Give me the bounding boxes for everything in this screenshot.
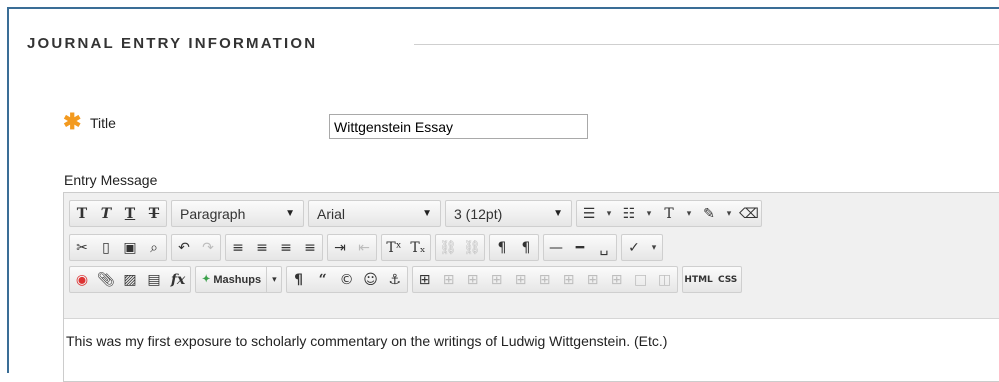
chevron-down-icon[interactable]: ▾ — [641, 201, 657, 226]
bold-button[interactable]: T — [70, 201, 94, 226]
toolbar-row-1: T T T T Paragraph ▼ Arial ▼ 3 (12pt) ▼ ☰… — [69, 200, 766, 227]
section-title: JOURNAL ENTRY INFORMATION — [27, 35, 318, 52]
strikethrough-button[interactable]: T — [142, 201, 166, 226]
section-divider — [414, 44, 999, 45]
paragraph-mark-icon[interactable]: ¶ — [287, 267, 311, 292]
table-row-props-icon[interactable]: ⊞ — [437, 267, 461, 292]
align-group: ≡ ≡ ≡ ≡ — [225, 234, 323, 261]
table-group: ⊞ ⊞ ⊞ ⊞ ⊞ ⊞ ⊞ ⊞ ⊞ □ ◫ — [411, 266, 678, 293]
unlink-icon[interactable]: ⛓ — [460, 235, 484, 260]
text-style-group: T T T T — [69, 200, 167, 227]
caret-down-icon: ▼ — [285, 208, 295, 219]
editor-content[interactable]: This was my first exposure to scholarly … — [64, 319, 999, 349]
font-size-select[interactable]: 3 (12pt) ▼ — [445, 200, 572, 227]
title-input[interactable] — [329, 114, 588, 139]
underline-button[interactable]: T — [118, 201, 142, 226]
delete-col-icon[interactable]: ⊞ — [605, 267, 629, 292]
italic-button[interactable]: T — [94, 201, 118, 226]
chevron-down-icon[interactable]: ▾ — [646, 235, 662, 260]
numbered-list-icon[interactable]: ☷ — [617, 201, 641, 226]
find-icon[interactable]: ⌕ — [142, 235, 166, 260]
toolbar-row-2: ✂ ▯ ▣ ⌕ ↶ ↷ ≡ ≡ ≡ ≡ ⇥ ⇤ Tˣ Tₓ ⛓ ⛓ ¶ ¶ — … — [69, 234, 667, 261]
insert-row-after-icon[interactable]: ⊞ — [509, 267, 533, 292]
mashups-button[interactable]: ✦ Mashups ▾ — [195, 266, 282, 293]
history-group: ↶ ↷ — [171, 234, 221, 261]
nonbreaking-space-icon[interactable]: ␣ — [592, 235, 616, 260]
media-icon[interactable]: ▤ — [142, 267, 166, 292]
redo-icon[interactable]: ↷ — [196, 235, 220, 260]
html-button[interactable]: HTML — [683, 267, 715, 292]
direction-group: ¶ ¶ — [489, 234, 539, 261]
outdent-icon[interactable]: ⇤ — [352, 235, 376, 260]
paste-icon[interactable]: ▣ — [118, 235, 142, 260]
eraser-icon[interactable]: ⌫ — [737, 201, 761, 226]
table-icon[interactable]: ⊞ — [413, 267, 437, 292]
bullet-list-icon[interactable]: ☰ — [577, 201, 601, 226]
list-group: ☰ ▾ ☷ ▾ T ▾ ✎ ▾ ⌫ — [576, 200, 762, 227]
media-group: ◉ 📎︎ ▨ ▤ fx — [69, 266, 191, 293]
emoticon-icon[interactable]: ☺ — [359, 267, 383, 292]
title-label: Title — [90, 115, 116, 131]
caret-down-icon: ▼ — [422, 208, 432, 219]
image-icon[interactable]: ▨ — [118, 267, 142, 292]
chevron-down-icon[interactable]: ▾ — [681, 201, 697, 226]
insert-row-before-icon[interactable]: ⊞ — [485, 267, 509, 292]
editor-toolbar: T T T T Paragraph ▼ Arial ▼ 3 (12pt) ▼ ☰… — [64, 193, 999, 319]
font-select[interactable]: Arial ▼ — [308, 200, 441, 227]
script-group: Tˣ Tₓ — [381, 234, 431, 261]
caret-down-icon: ▼ — [553, 208, 563, 219]
attachment-icon[interactable]: 📎︎ — [94, 267, 118, 292]
font-select-value: Arial — [317, 205, 346, 222]
mashups-label: Mashups — [213, 273, 262, 286]
entry-message-label: Entry Message — [64, 172, 158, 188]
split-cells-icon[interactable]: □ — [629, 267, 653, 292]
math-formula-icon[interactable]: fx — [166, 267, 190, 292]
rich-text-editor: T T T T Paragraph ▼ Arial ▼ 3 (12pt) ▼ ☰… — [63, 192, 999, 382]
blockquote-icon[interactable]: “ — [311, 267, 335, 292]
chevron-down-icon[interactable]: ▾ — [721, 201, 737, 226]
clipboard-group: ✂ ▯ ▣ ⌕ — [69, 234, 167, 261]
thick-rule-icon[interactable]: ━ — [568, 235, 592, 260]
ltr-icon[interactable]: ¶ — [490, 235, 514, 260]
align-center-icon[interactable]: ≡ — [250, 235, 274, 260]
link-icon[interactable]: ⛓ — [436, 235, 460, 260]
copyright-icon[interactable]: © — [335, 267, 359, 292]
chevron-down-icon[interactable]: ▾ — [601, 201, 617, 226]
spellcheck-group: ✓ ▾ — [621, 234, 663, 261]
record-icon[interactable]: ◉ — [70, 267, 94, 292]
insert-col-after-icon[interactable]: ⊞ — [581, 267, 605, 292]
cut-icon[interactable]: ✂ — [70, 235, 94, 260]
delete-row-icon[interactable]: ⊞ — [533, 267, 557, 292]
undo-icon[interactable]: ↶ — [172, 235, 196, 260]
justify-icon[interactable]: ≡ — [298, 235, 322, 260]
align-left-icon[interactable]: ≡ — [226, 235, 250, 260]
anchor-icon[interactable]: ⚓ — [383, 267, 407, 292]
table-cell-props-icon[interactable]: ⊞ — [461, 267, 485, 292]
text-color-icon[interactable]: T — [657, 201, 681, 226]
indent-group: ⇥ ⇤ — [327, 234, 377, 261]
css-button[interactable]: CSS — [715, 267, 741, 292]
link-group: ⛓ ⛓ — [435, 234, 485, 261]
subscript-icon[interactable]: Tₓ — [406, 235, 430, 260]
mashups-icon: ✦ — [202, 274, 211, 285]
required-star-icon: ✱ — [63, 109, 82, 134]
insert-col-before-icon[interactable]: ⊞ — [557, 267, 581, 292]
rtl-icon[interactable]: ¶ — [514, 235, 538, 260]
indent-icon[interactable]: ⇥ — [328, 235, 352, 260]
toolbar-row-3: ◉ 📎︎ ▨ ▤ fx ✦ Mashups ▾ ¶ “ © ☺ ⚓ ⊞ ⊞ ⊞ … — [69, 266, 746, 293]
merge-cells-icon[interactable]: ◫ — [653, 267, 677, 292]
insert-group: ¶ “ © ☺ ⚓ — [285, 266, 408, 293]
paragraph-select-value: Paragraph — [180, 205, 246, 222]
superscript-icon[interactable]: Tˣ — [382, 235, 406, 260]
paragraph-select[interactable]: Paragraph ▼ — [171, 200, 304, 227]
align-right-icon[interactable]: ≡ — [274, 235, 298, 260]
font-size-select-value: 3 (12pt) — [454, 205, 503, 222]
code-group: HTML CSS — [681, 266, 742, 293]
highlight-icon[interactable]: ✎ — [697, 201, 721, 226]
spellcheck-icon[interactable]: ✓ — [622, 235, 646, 260]
rule-group: — ━ ␣ — [543, 234, 617, 261]
horizontal-rule-icon[interactable]: — — [544, 235, 568, 260]
chevron-down-icon: ▾ — [272, 274, 277, 284]
copy-icon[interactable]: ▯ — [94, 235, 118, 260]
